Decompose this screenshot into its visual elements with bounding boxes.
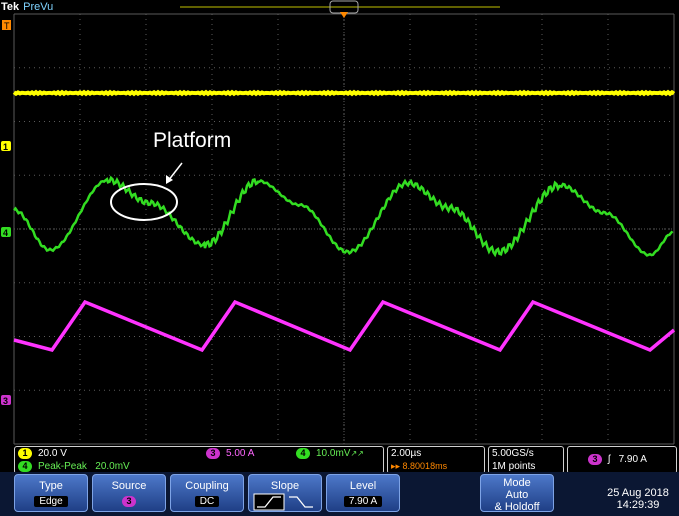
ch3-scale: 5.00 A <box>226 448 255 459</box>
ch4-scale: 10.0mV <box>316 448 351 459</box>
level-value: 7.90 A <box>343 496 383 507</box>
level-label: Level <box>349 480 377 492</box>
ch4-marker-label: 4 <box>3 228 8 238</box>
level-softkey[interactable]: Level 7.90 A <box>326 474 400 512</box>
oscilloscope-screen: T 1 4 3 Tek PreVu Platform 1 20.0 V 3 5.00 … <box>0 0 679 516</box>
ch3-chip: 3 <box>206 447 220 459</box>
type-softkey[interactable]: Type Edge <box>14 474 88 512</box>
ch4-bandwidth-icon: ↗↗ <box>350 449 364 458</box>
type-label: Type <box>39 480 63 492</box>
ch4-chip: 4 <box>296 447 310 459</box>
slope-selector <box>253 493 313 511</box>
trigger-source-chip: 3 <box>588 453 602 465</box>
mode-label: Mode <box>503 477 531 489</box>
time: 14:29:39 <box>616 499 660 511</box>
source-softkey[interactable]: Source 3 <box>92 474 166 512</box>
date: 25 Aug 2018 <box>607 487 669 499</box>
top-status-bar: Tek PreVu <box>0 0 679 14</box>
ch3-readout[interactable]: 3 5.00 A <box>206 446 254 461</box>
trigger-marker-label: T <box>4 21 10 31</box>
rising-edge-icon: ʃ <box>608 454 611 465</box>
type-value: Edge <box>34 496 68 507</box>
falling-slope-icon[interactable] <box>289 496 313 508</box>
meas-value: 20.0mV <box>95 461 130 472</box>
trigger-level-value: 7.90 A <box>618 454 647 465</box>
platform-annotation: Platform <box>153 129 232 152</box>
ch1-chip: 1 <box>18 447 32 459</box>
ch1-scale: 20.0 V <box>38 448 67 459</box>
ch1-marker-label: 1 <box>3 142 8 152</box>
coupling-value: DC <box>194 496 220 507</box>
source-label: Source <box>111 480 147 492</box>
softkey-bar: Type Edge Source 3 Coupling DC Slope Lev… <box>0 472 679 516</box>
ch4-readout[interactable]: 4 10.0mV↗↗ <box>296 446 364 461</box>
mode-softkey[interactable]: Mode Auto & Holdoff <box>480 474 554 513</box>
slope-softkey[interactable]: Slope <box>248 474 322 512</box>
slope-label: Slope <box>270 480 300 492</box>
source-value: 3 <box>122 496 136 507</box>
coupling-softkey[interactable]: Coupling DC <box>170 474 244 512</box>
meas-chip: 4 <box>18 460 32 472</box>
acquisition-mode: PreVu <box>23 1 54 13</box>
coupling-label: Coupling <box>185 480 229 492</box>
brand-label: Tek PreVu <box>1 1 54 13</box>
holdoff-value: & Holdoff <box>494 501 540 513</box>
date-time-display: 25 Aug 2018 14:29:39 <box>600 486 676 514</box>
ch3-marker-label: 3 <box>3 396 8 406</box>
waveform-display: T 1 4 3 <box>0 0 679 472</box>
mode-value: Auto <box>505 489 529 501</box>
trigger-readout: 3ʃ 7.90 A <box>588 452 647 467</box>
ch1-trace <box>12 89 676 97</box>
meas-label: Peak-Peak <box>38 461 87 472</box>
